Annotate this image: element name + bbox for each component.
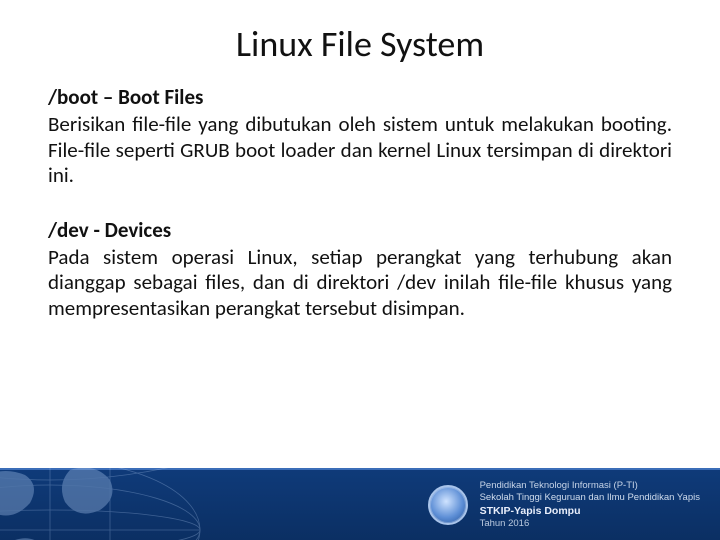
globe-icon — [0, 468, 220, 540]
section-boot: /boot – Boot Files Berisikan file-file y… — [48, 84, 672, 189]
section-heading: /boot – Boot Files — [48, 84, 672, 110]
org-line-4: Tahun 2016 — [480, 518, 700, 530]
org-line-2: Sekolah Tinggi Keguruan dan Ilmu Pendidi… — [480, 492, 700, 504]
footer-right: Pendidikan Teknologi Informasi (P-TI) Se… — [428, 480, 700, 531]
org-line-3: STKIP-Yapis Dompu — [480, 505, 700, 519]
content-area: /boot – Boot Files Berisikan file-file y… — [0, 84, 720, 322]
section-body: Berisikan file-file yang dibutukan oleh … — [48, 112, 672, 189]
org-logo — [428, 485, 468, 525]
globe-decoration — [0, 468, 220, 540]
org-text-block: Pendidikan Teknologi Informasi (P-TI) Se… — [480, 480, 700, 531]
section-dev: /dev - Devices Pada sistem operasi Linux… — [48, 217, 672, 322]
org-line-1: Pendidikan Teknologi Informasi (P-TI) — [480, 480, 700, 492]
footer-bar: Pendidikan Teknologi Informasi (P-TI) Se… — [0, 468, 720, 540]
page-title: Linux File System — [0, 0, 720, 84]
section-body: Pada sistem operasi Linux, setiap perang… — [48, 245, 672, 322]
section-heading: /dev - Devices — [48, 217, 672, 243]
slide: Linux File System /boot – Boot Files Ber… — [0, 0, 720, 540]
